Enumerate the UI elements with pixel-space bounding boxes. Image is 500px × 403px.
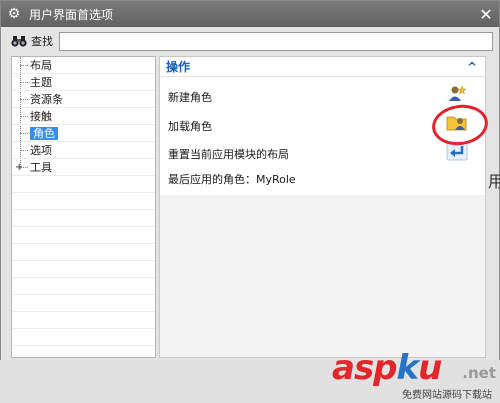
close-icon[interactable]: ✕ bbox=[473, 5, 499, 24]
tree-item-tools[interactable]: + 工具 bbox=[12, 159, 155, 176]
collapse-icon[interactable]: ^ bbox=[467, 60, 477, 74]
tree-empty-row bbox=[12, 261, 155, 278]
tree-branch-line bbox=[20, 150, 28, 151]
tree-item-label: 资源条 bbox=[30, 93, 63, 106]
preferences-dialog: ⚙ 用户界面首选项 ✕ 查找 布局 主题 资源条 接触 角色 选项 + 工具 操… bbox=[0, 0, 500, 395]
watermark-domain: .net bbox=[462, 364, 496, 382]
category-tree: 布局 主题 资源条 接触 角色 选项 + 工具 bbox=[11, 56, 156, 358]
load-role-label: 加载角色 bbox=[168, 120, 212, 133]
tree-item-resource-bar[interactable]: 资源条 bbox=[12, 91, 155, 108]
watermark-brand: aspku bbox=[332, 348, 442, 388]
new-role-icon bbox=[449, 85, 467, 101]
tree-item-role[interactable]: 角色 bbox=[12, 125, 155, 142]
tree-empty-row bbox=[12, 193, 155, 210]
tree-item-options[interactable]: 选项 bbox=[12, 142, 155, 159]
watermark-logo: aspku .net 免费网站源码下载站 bbox=[332, 348, 500, 403]
role-settings-panel: 操作 ^ 新建角色 加载角色 重置当前应用模块的布局 最后应用的角色：MyRol… bbox=[159, 56, 486, 358]
tree-branch-line bbox=[20, 99, 28, 100]
tree-empty-row bbox=[12, 210, 155, 227]
tree-item-label: 选项 bbox=[30, 144, 52, 157]
gear-icon: ⚙ bbox=[7, 6, 21, 22]
tree-branch-line bbox=[20, 133, 28, 134]
section-title: 操作 bbox=[166, 60, 191, 74]
tree-item-touch[interactable]: 接触 bbox=[12, 108, 155, 125]
tree-empty-row bbox=[12, 227, 155, 244]
tree-item-label: 接触 bbox=[30, 110, 52, 123]
window-title: 用户界面首选项 bbox=[29, 7, 114, 22]
tree-branch-line bbox=[20, 82, 28, 83]
tree-branch-line bbox=[20, 65, 28, 66]
search-label: 查找 bbox=[31, 35, 53, 48]
tree-item-label: 布局 bbox=[30, 59, 52, 72]
binoculars-search-icon bbox=[9, 32, 29, 50]
tree-item-label: 角色 bbox=[30, 127, 58, 140]
new-role-label: 新建角色 bbox=[168, 91, 212, 104]
tree-empty-row bbox=[12, 329, 155, 346]
tree-empty-row bbox=[12, 244, 155, 261]
tree-branch-line bbox=[20, 167, 28, 168]
title-bar[interactable]: ⚙ 用户界面首选项 ✕ bbox=[1, 1, 499, 27]
tree-item-label: 工具 bbox=[30, 161, 52, 174]
last-applied-role-text: 最后应用的角色：MyRole bbox=[168, 173, 296, 186]
tree-empty-row bbox=[12, 295, 155, 312]
tree-empty-row bbox=[12, 312, 155, 329]
tree-empty-row bbox=[12, 278, 155, 295]
section-header[interactable]: 操作 ^ bbox=[160, 57, 485, 77]
watermark-tagline: 免费网站源码下载站 bbox=[402, 390, 492, 401]
search-input[interactable] bbox=[59, 31, 493, 51]
search-bar: 查找 bbox=[9, 31, 493, 51]
reset-layout-label: 重置当前应用模块的布局 bbox=[168, 148, 289, 161]
tree-item-layout[interactable]: 布局 bbox=[12, 57, 155, 74]
background-text: 用 bbox=[488, 172, 500, 191]
tree-branch-line bbox=[20, 116, 28, 117]
new-role-button[interactable] bbox=[445, 83, 469, 105]
tree-item-label: 主题 bbox=[30, 76, 52, 89]
tree-item-theme[interactable]: 主题 bbox=[12, 74, 155, 91]
tree-empty-row bbox=[12, 176, 155, 193]
